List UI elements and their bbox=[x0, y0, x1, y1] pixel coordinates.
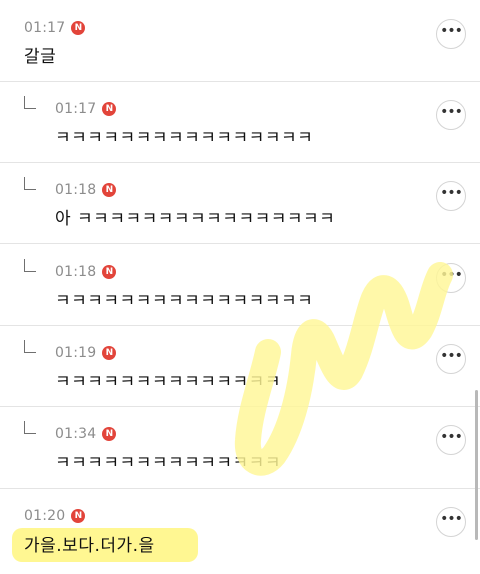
divider bbox=[0, 325, 480, 326]
comment-text: ㅋㅋㅋㅋㅋㅋㅋㅋㅋㅋㅋㅋㅋㅋ bbox=[55, 453, 281, 473]
more-options-button[interactable]: ••• bbox=[436, 100, 466, 130]
comment-time: 01:20 bbox=[24, 508, 66, 524]
comment-meta: 01:17 N bbox=[24, 20, 86, 36]
comment-time: 01:18 bbox=[55, 264, 97, 280]
comment-meta: 01:18 N bbox=[55, 182, 117, 198]
more-options-button[interactable]: ••• bbox=[436, 344, 466, 374]
new-badge-icon: N bbox=[102, 427, 117, 441]
new-badge-icon: N bbox=[102, 183, 117, 197]
comment-meta: 01:34 N bbox=[55, 426, 117, 442]
more-options-button[interactable]: ••• bbox=[436, 19, 466, 49]
divider bbox=[0, 162, 480, 163]
comment-text: 갈글 bbox=[24, 47, 57, 67]
more-icon: ••• bbox=[440, 104, 463, 120]
divider bbox=[0, 406, 480, 407]
comment-time: 01:18 bbox=[55, 182, 97, 198]
reply-arrow-icon bbox=[24, 96, 36, 109]
comment-time: 01:17 bbox=[55, 101, 97, 117]
divider bbox=[0, 488, 480, 489]
new-badge-icon: N bbox=[102, 346, 117, 360]
more-options-button[interactable]: ••• bbox=[436, 263, 466, 293]
divider bbox=[0, 243, 480, 244]
more-options-button[interactable]: ••• bbox=[436, 425, 466, 455]
comment-text: ㅋㅋㅋㅋㅋㅋㅋㅋㅋㅋㅋㅋㅋㅋㅋㅋ bbox=[55, 128, 314, 148]
more-icon: ••• bbox=[440, 23, 463, 39]
more-options-button[interactable]: ••• bbox=[436, 507, 466, 537]
new-badge-icon: N bbox=[71, 21, 86, 35]
comment-time: 01:19 bbox=[55, 345, 97, 361]
more-options-button[interactable]: ••• bbox=[436, 181, 466, 211]
comment-meta: 01:20 N bbox=[24, 508, 86, 524]
comment-time: 01:17 bbox=[24, 20, 66, 36]
divider bbox=[0, 81, 480, 82]
comment-meta: 01:17 N bbox=[55, 101, 117, 117]
more-icon: ••• bbox=[440, 511, 463, 527]
new-badge-icon: N bbox=[71, 509, 86, 523]
reply-arrow-icon bbox=[24, 177, 36, 190]
more-icon: ••• bbox=[440, 348, 463, 364]
new-badge-icon: N bbox=[102, 265, 117, 279]
new-badge-icon: N bbox=[102, 102, 117, 116]
reply-arrow-icon bbox=[24, 421, 36, 434]
more-icon: ••• bbox=[440, 429, 463, 445]
more-icon: ••• bbox=[440, 267, 463, 283]
reply-arrow-icon bbox=[24, 340, 36, 353]
comment-meta: 01:18 N bbox=[55, 264, 117, 280]
comment-time: 01:34 bbox=[55, 426, 97, 442]
more-icon: ••• bbox=[440, 185, 463, 201]
comment-text: ㅋㅋㅋㅋㅋㅋㅋㅋㅋㅋㅋㅋㅋㅋㅋㅋ bbox=[55, 291, 314, 311]
comment-text: 가을.보다.더가.을 bbox=[24, 536, 155, 556]
comment-text: 아 ㅋㅋㅋㅋㅋㅋㅋㅋㅋㅋㅋㅋㅋㅋㅋㅋ bbox=[55, 209, 336, 229]
reply-arrow-icon bbox=[24, 259, 36, 272]
scrollbar[interactable] bbox=[475, 390, 478, 540]
comment-text: ㅋㅋㅋㅋㅋㅋㅋㅋㅋㅋㅋㅋㅋㅋ bbox=[55, 372, 281, 392]
comment-meta: 01:19 N bbox=[55, 345, 117, 361]
